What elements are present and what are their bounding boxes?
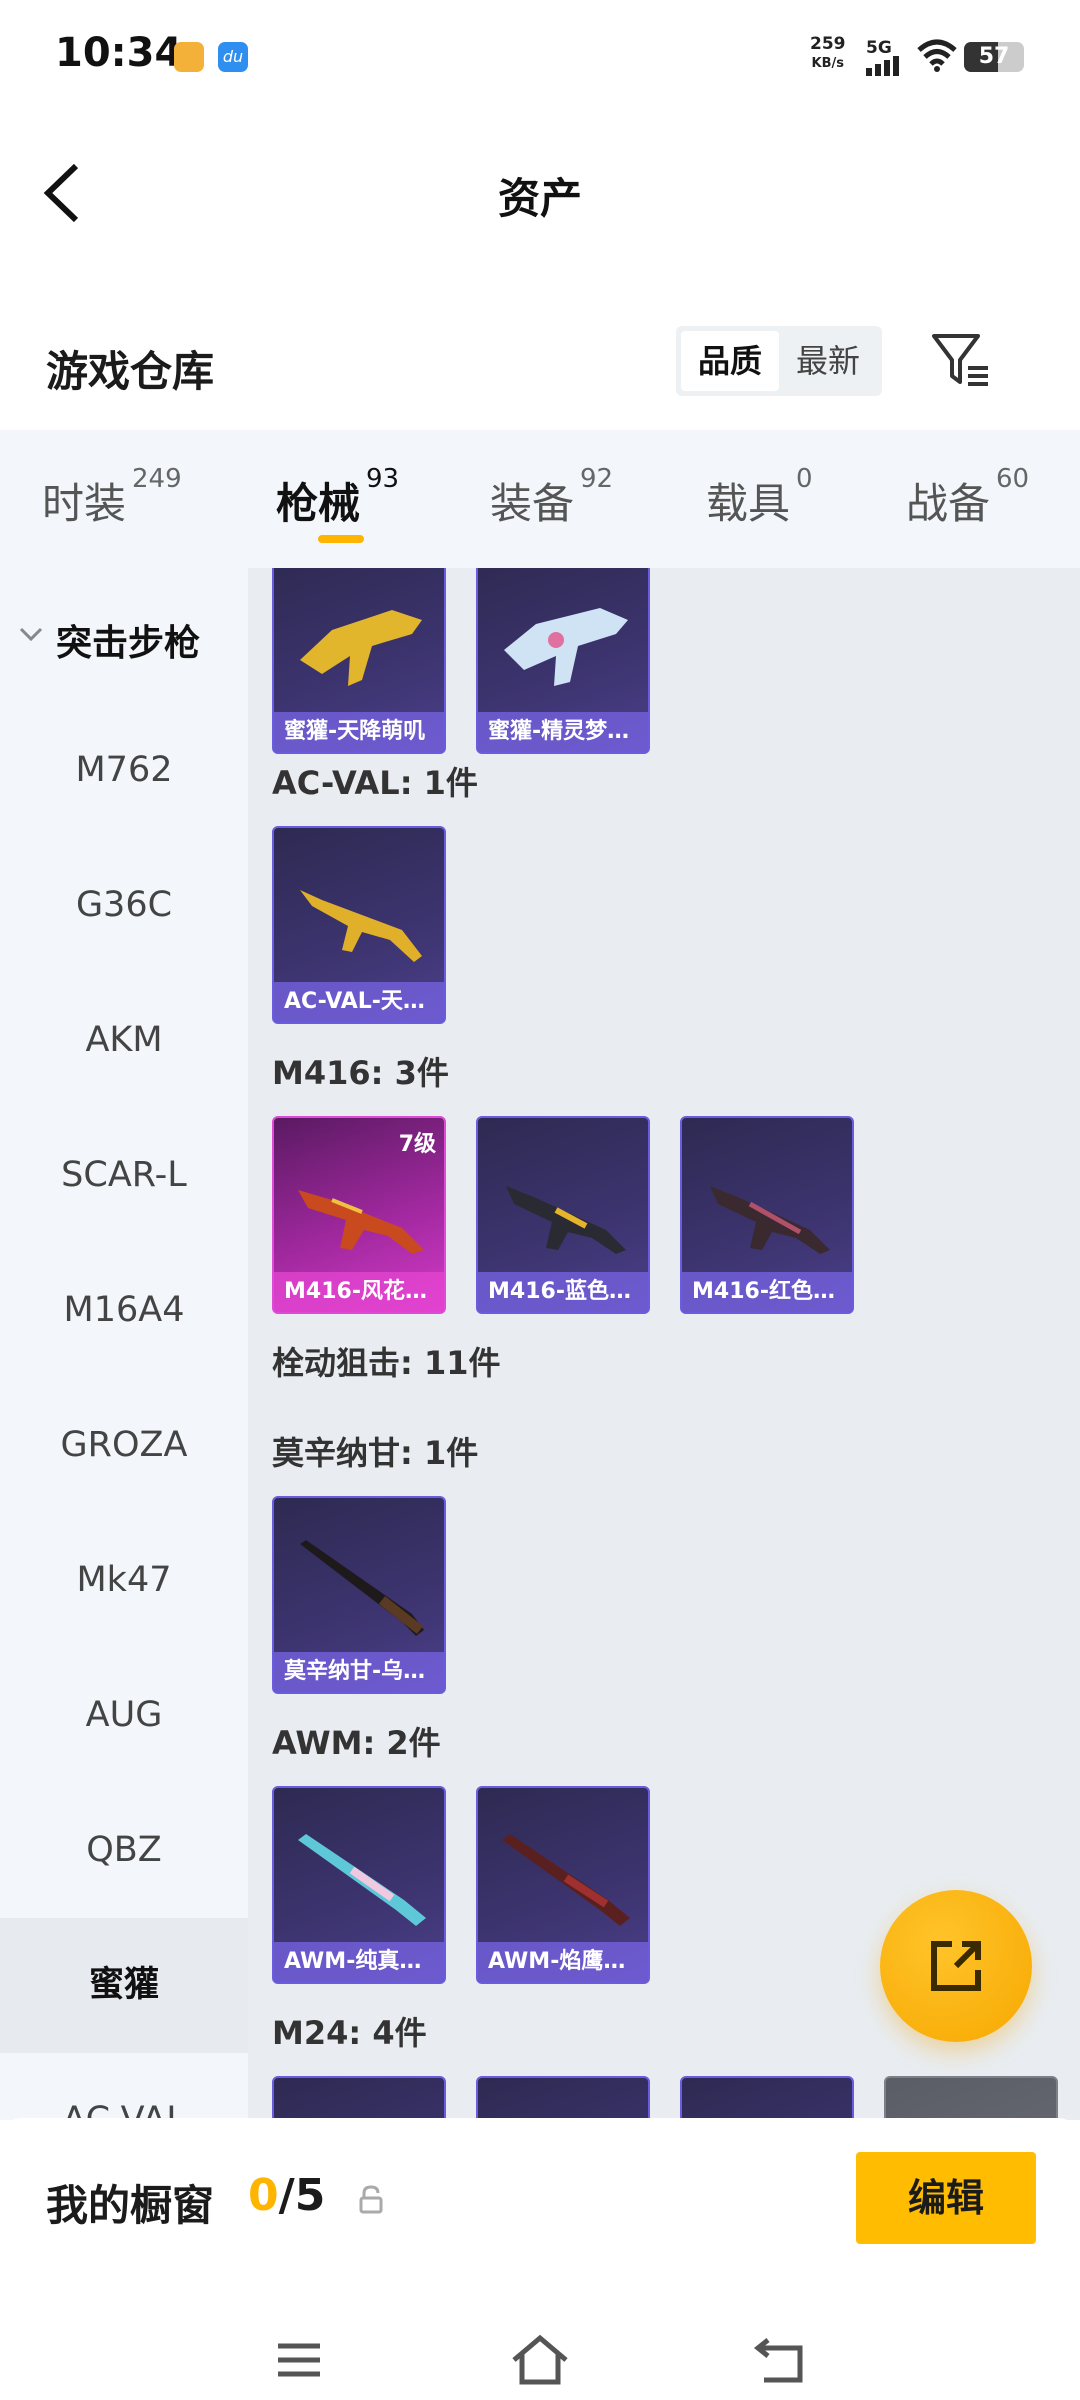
weapon-card[interactable]: 蜜獾-精灵梦… (476, 568, 650, 754)
tab-supplies[interactable]: 战备 60 (906, 464, 1029, 531)
group-title: AWM: 2件 (272, 1724, 441, 1762)
tab-firearms[interactable]: 枪械 93 (276, 464, 399, 531)
group-title: M24: 4件 (272, 2014, 427, 2052)
weapon-grid: 蜜獾-天降萌叽 蜜獾-精灵梦… AC-VAL: 1件 AC-VAL-天… M41… (248, 568, 1080, 2120)
sidebar-item-ac-val[interactable]: AC-VAL (0, 2053, 248, 2120)
sidebar-item-honey-badger[interactable]: 蜜獾 (0, 1918, 248, 2053)
weapon-image (502, 1834, 630, 1926)
network-type: 5G (866, 38, 892, 58)
network-speed: 259 KB/s (810, 34, 846, 71)
sidebar-item-akm[interactable]: AKM (0, 973, 248, 1108)
group-title: 莫辛纳甘: 1件 (272, 1434, 479, 1472)
weapon-card[interactable]: 莫辛纳甘-乌… (272, 1496, 446, 1694)
sort-option-quality[interactable]: 品质 (681, 331, 779, 391)
sidebar-item-groza[interactable]: GROZA (0, 1378, 248, 1513)
weapon-card[interactable] (680, 2076, 854, 2120)
status-time: 10:34 (55, 30, 183, 76)
wifi-icon (917, 39, 957, 72)
warehouse-title: 游戏仓库 (46, 347, 215, 396)
page-title: 资产 (497, 174, 582, 223)
sidebar-item-m762[interactable]: M762 (0, 703, 248, 838)
weapon-image (504, 608, 628, 686)
sidebar-item-aug[interactable]: AUG (0, 1648, 248, 1783)
back-nav-icon[interactable] (754, 2336, 808, 2384)
weapon-image (298, 1190, 424, 1254)
weapon-card[interactable]: 蜜獾-天降萌叽 (272, 568, 446, 754)
weapon-card[interactable]: M416-红色… (680, 1116, 854, 1314)
battery-icon: 57 (964, 42, 1024, 72)
weapon-sidebar: 突击步枪 M762 G36C AKM SCAR-L M16A4 GROZA Mk… (0, 568, 248, 2120)
weapon-card[interactable]: AC-VAL-天… (272, 826, 446, 1024)
signal-icon (866, 56, 906, 76)
sidebar-item-scar-l[interactable]: SCAR-L (0, 1108, 248, 1243)
weapon-card[interactable]: 7级 M416-风花… (272, 1116, 446, 1314)
group-title: M416: 3件 (272, 1054, 449, 1092)
tab-fashion[interactable]: 时装 249 (42, 464, 182, 531)
weapon-card[interactable]: M416-蓝色… (476, 1116, 650, 1314)
showcase-bar: 我的橱窗 0/5 编辑 (0, 2118, 1080, 2400)
status-bar: 10:34 du 259 KB/s 5G 57 (0, 0, 1080, 110)
weapon-card[interactable] (884, 2076, 1058, 2120)
sort-option-newest[interactable]: 最新 (779, 331, 877, 391)
group-title: 栓动狙击: 11件 (272, 1344, 501, 1382)
sidebar-item-qbz[interactable]: QBZ (0, 1783, 248, 1918)
lock-icon (359, 2185, 383, 2214)
sidebar-item-g36c[interactable]: G36C (0, 838, 248, 973)
tab-vehicles[interactable]: 载具 0 (706, 464, 813, 531)
tab-equipment[interactable]: 装备 92 (490, 464, 613, 531)
weapon-card[interactable] (476, 2076, 650, 2120)
weapon-card[interactable]: AWM-纯真… (272, 1786, 446, 1984)
chevron-down-icon (19, 627, 43, 642)
weapon-image (298, 1834, 426, 1926)
weapon-image (506, 1186, 626, 1254)
menu-icon[interactable] (276, 2340, 322, 2380)
group-title: AC-VAL: 1件 (272, 764, 478, 802)
sidebar-item-mk47[interactable]: Mk47 (0, 1513, 248, 1648)
home-icon[interactable] (510, 2334, 570, 2386)
sort-toggle[interactable]: 品质 最新 (676, 326, 882, 396)
showcase-label: 我的橱窗 (46, 2181, 215, 2230)
edit-button[interactable]: 编辑 (856, 2152, 1036, 2244)
weapon-image (300, 1540, 424, 1636)
share-icon (931, 1941, 981, 1991)
weapon-image (710, 1186, 830, 1254)
notification-app-icon: du (218, 42, 248, 72)
weapon-card[interactable]: AWM-焰鹰… (476, 1786, 650, 1984)
notification-app-icon (174, 42, 204, 72)
weapon-card[interactable] (272, 2076, 446, 2120)
showcase-count: 0/5 (248, 2170, 326, 2221)
sidebar-item-m16a4[interactable]: M16A4 (0, 1243, 248, 1378)
share-button[interactable] (880, 1890, 1032, 2042)
filter-icon[interactable] (930, 330, 992, 390)
category-tabs: 时装 249 枪械 93 装备 92 载具 0 战备 60 (0, 430, 1080, 568)
weapon-image (300, 890, 422, 962)
weapon-image (300, 610, 422, 686)
sidebar-category-assault-rifle[interactable]: 突击步枪 (0, 588, 248, 688)
active-tab-indicator (318, 535, 364, 543)
